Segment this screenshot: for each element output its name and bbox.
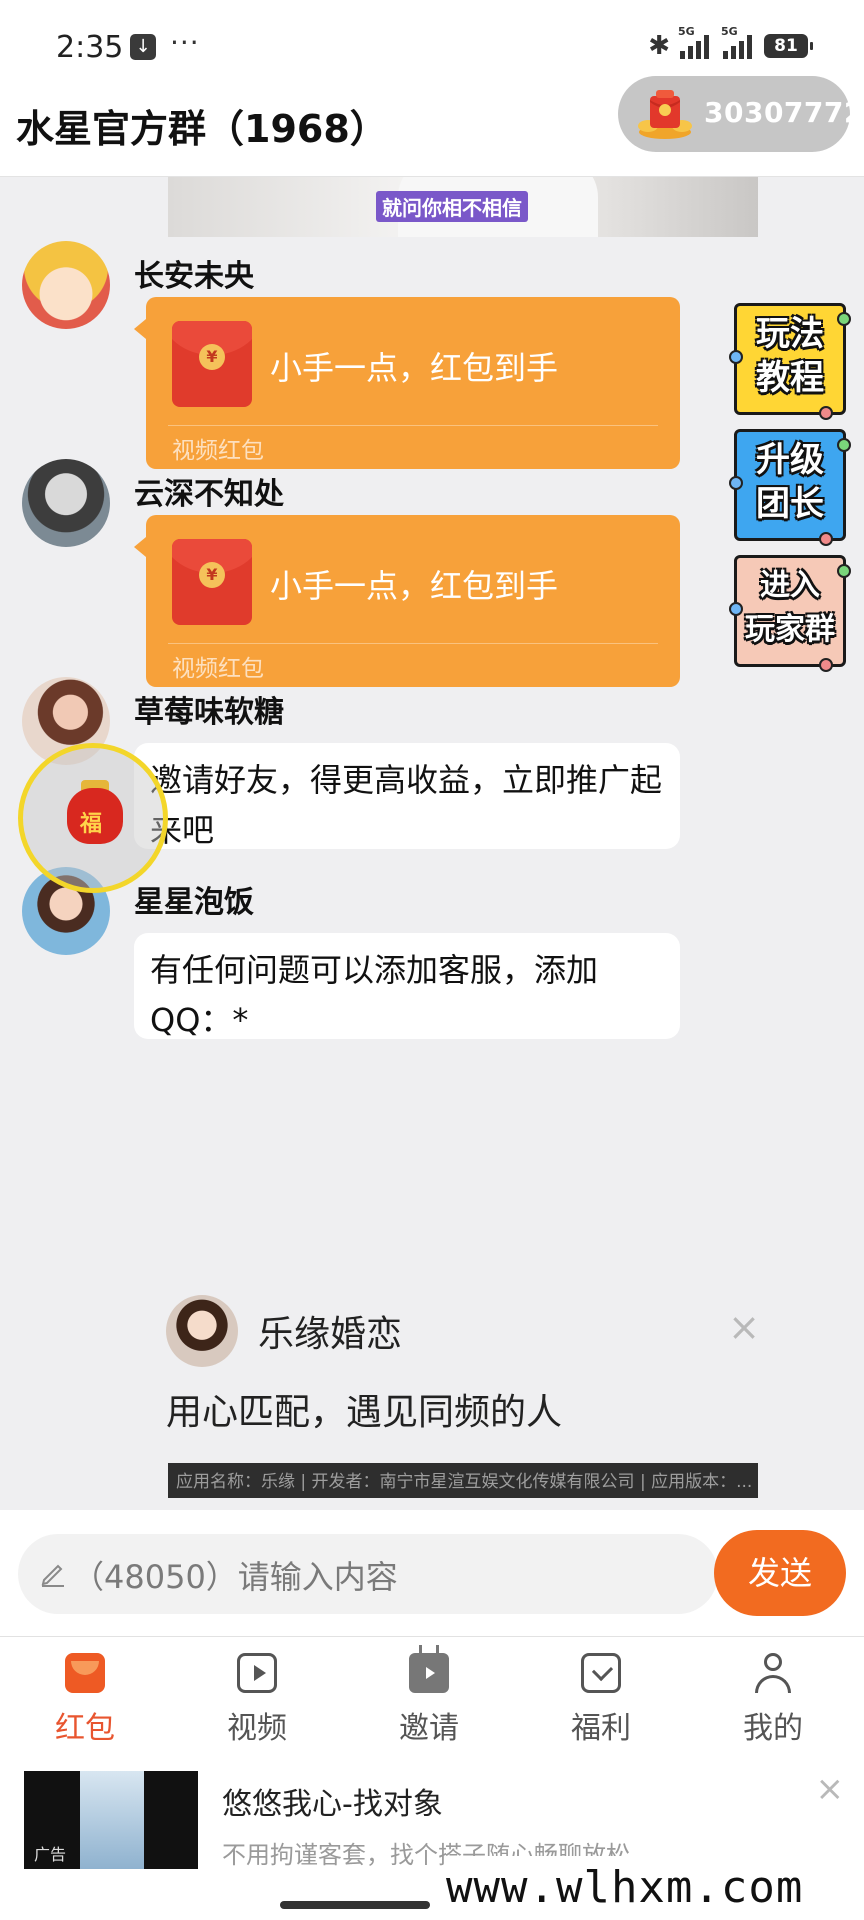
tab-label: 福利 — [571, 1711, 631, 1746]
avatar[interactable] — [22, 459, 110, 547]
ad-info-strip: 应用名称：乐缘 | 开发者：南宁市星渲互娱文化传媒有限公司 | 应用版本：... — [168, 1463, 758, 1498]
more-notifications-icon: ··· — [170, 26, 200, 59]
tab-label: 视频 — [227, 1711, 287, 1746]
signal-icon-2: 5G — [721, 25, 752, 59]
ad-avatar — [166, 1295, 238, 1367]
status-time: 2:35 — [56, 30, 124, 65]
group-title: 水星官方群（1968） — [16, 107, 388, 151]
ad-description: 用心匹配，遇见同频的人 — [166, 1392, 563, 1433]
tab-red-packet[interactable]: 红包 — [30, 1653, 140, 1763]
home-indicator[interactable] — [280, 1901, 430, 1909]
ad-title: 悠悠我心-找对象 — [222, 1787, 443, 1822]
user-icon — [753, 1653, 793, 1693]
sender-name: 草莓味软糖 — [134, 695, 284, 730]
send-button[interactable]: 发送 — [714, 1530, 846, 1616]
video-caption: 就问你相不相信 — [376, 191, 528, 222]
text-message[interactable]: 有任何问题可以添加客服，添加QQ：* — [134, 933, 680, 1039]
ad-card[interactable]: 乐缘婚恋 × 用心匹配，遇见同频的人 应用名称：乐缘 | 开发者：南宁市星渲互娱… — [150, 1295, 760, 1500]
join-player-group-badge-button[interactable]: 进入 玩家群 — [729, 555, 851, 672]
close-icon[interactable]: × — [816, 1769, 845, 1809]
tab-mine[interactable]: 我的 — [718, 1653, 828, 1763]
download-icon: ↓ — [130, 34, 156, 60]
signal-icon-1: 5G — [678, 25, 709, 59]
red-packet-text: 小手一点，红包到手 — [270, 349, 559, 387]
network-type-label: 5G — [721, 25, 738, 38]
red-packet-stack-icon — [638, 90, 692, 139]
video-icon — [237, 1653, 277, 1693]
bottom-tab-bar: 红包 视频 邀请 福利 我的 — [0, 1637, 864, 1765]
red-packet-message[interactable]: ¥ 小手一点，红包到手 视频红包 — [134, 297, 680, 469]
pencil-icon — [41, 1564, 64, 1587]
text-message[interactable]: 邀请好友，得更高收益，立即推广起来吧 — [134, 743, 680, 849]
coin-balance-button[interactable]: 30307772 — [618, 76, 863, 152]
tab-invite[interactable]: 邀请 — [374, 1653, 484, 1763]
video-message-thumbnail[interactable]: 就问你相不相信 — [168, 177, 758, 237]
gift-box-icon — [581, 1653, 621, 1693]
message-input[interactable]: （48050）请输入内容 — [18, 1534, 718, 1614]
tab-video[interactable]: 视频 — [202, 1653, 312, 1763]
ad-app-name: 乐缘婚恋 — [258, 1314, 403, 1355]
red-packet-message[interactable]: ¥ 小手一点，红包到手 视频红包 — [134, 515, 680, 687]
watermark: www.wlhxm.com — [446, 1856, 864, 1920]
sender-name: 云深不知处 — [134, 477, 284, 512]
chat-messages[interactable]: 就问你相不相信 长安未央 ¥ 小手一点，红包到手 视频红包 云深不知处 ¥ 小手… — [0, 177, 864, 1510]
tv-icon — [409, 1653, 449, 1693]
message-input-bar: （48050）请输入内容 发送 — [0, 1510, 864, 1637]
red-packet-icon — [65, 1653, 105, 1693]
avatar[interactable] — [22, 241, 110, 329]
sender-name: 星星泡饭 — [134, 885, 254, 920]
red-packet-label: 视频红包 — [172, 656, 264, 682]
ad-thumbnail: 广告 — [24, 1771, 198, 1869]
close-icon[interactable]: × — [728, 1305, 760, 1349]
sender-name: 长安未央 — [134, 259, 254, 294]
upgrade-leader-badge-button[interactable]: 升级 团长 — [729, 429, 851, 546]
status-indicators: ✱ 5G 5G 81 — [648, 25, 813, 62]
coin-balance-value: 30307772 — [704, 96, 864, 129]
network-type-label: 5G — [678, 25, 695, 38]
tab-label: 我的 — [743, 1711, 803, 1746]
chat-header: 水星官方群（1968） 30307772 — [0, 76, 864, 177]
lucky-bag-button[interactable]: 福 — [18, 743, 168, 893]
status-bar: 2:35 ↓ ··· ✱ 5G 5G 81 — [0, 0, 864, 84]
tutorial-badge-button[interactable]: 玩法 教程 — [729, 303, 851, 420]
red-packet-label: 视频红包 — [172, 438, 264, 464]
tab-welfare[interactable]: 福利 — [546, 1653, 656, 1763]
battery-icon: 81 — [764, 34, 813, 58]
tab-label: 红包 — [55, 1711, 115, 1746]
tab-label: 邀请 — [399, 1711, 459, 1746]
red-envelope-icon: ¥ — [172, 539, 252, 625]
red-packet-text: 小手一点，红包到手 — [270, 567, 559, 605]
bluetooth-icon: ✱ — [648, 31, 670, 61]
ad-tag: 广告 — [34, 1845, 67, 1864]
red-envelope-icon: ¥ — [172, 321, 252, 407]
input-placeholder: （48050）请输入内容 — [72, 1558, 398, 1596]
